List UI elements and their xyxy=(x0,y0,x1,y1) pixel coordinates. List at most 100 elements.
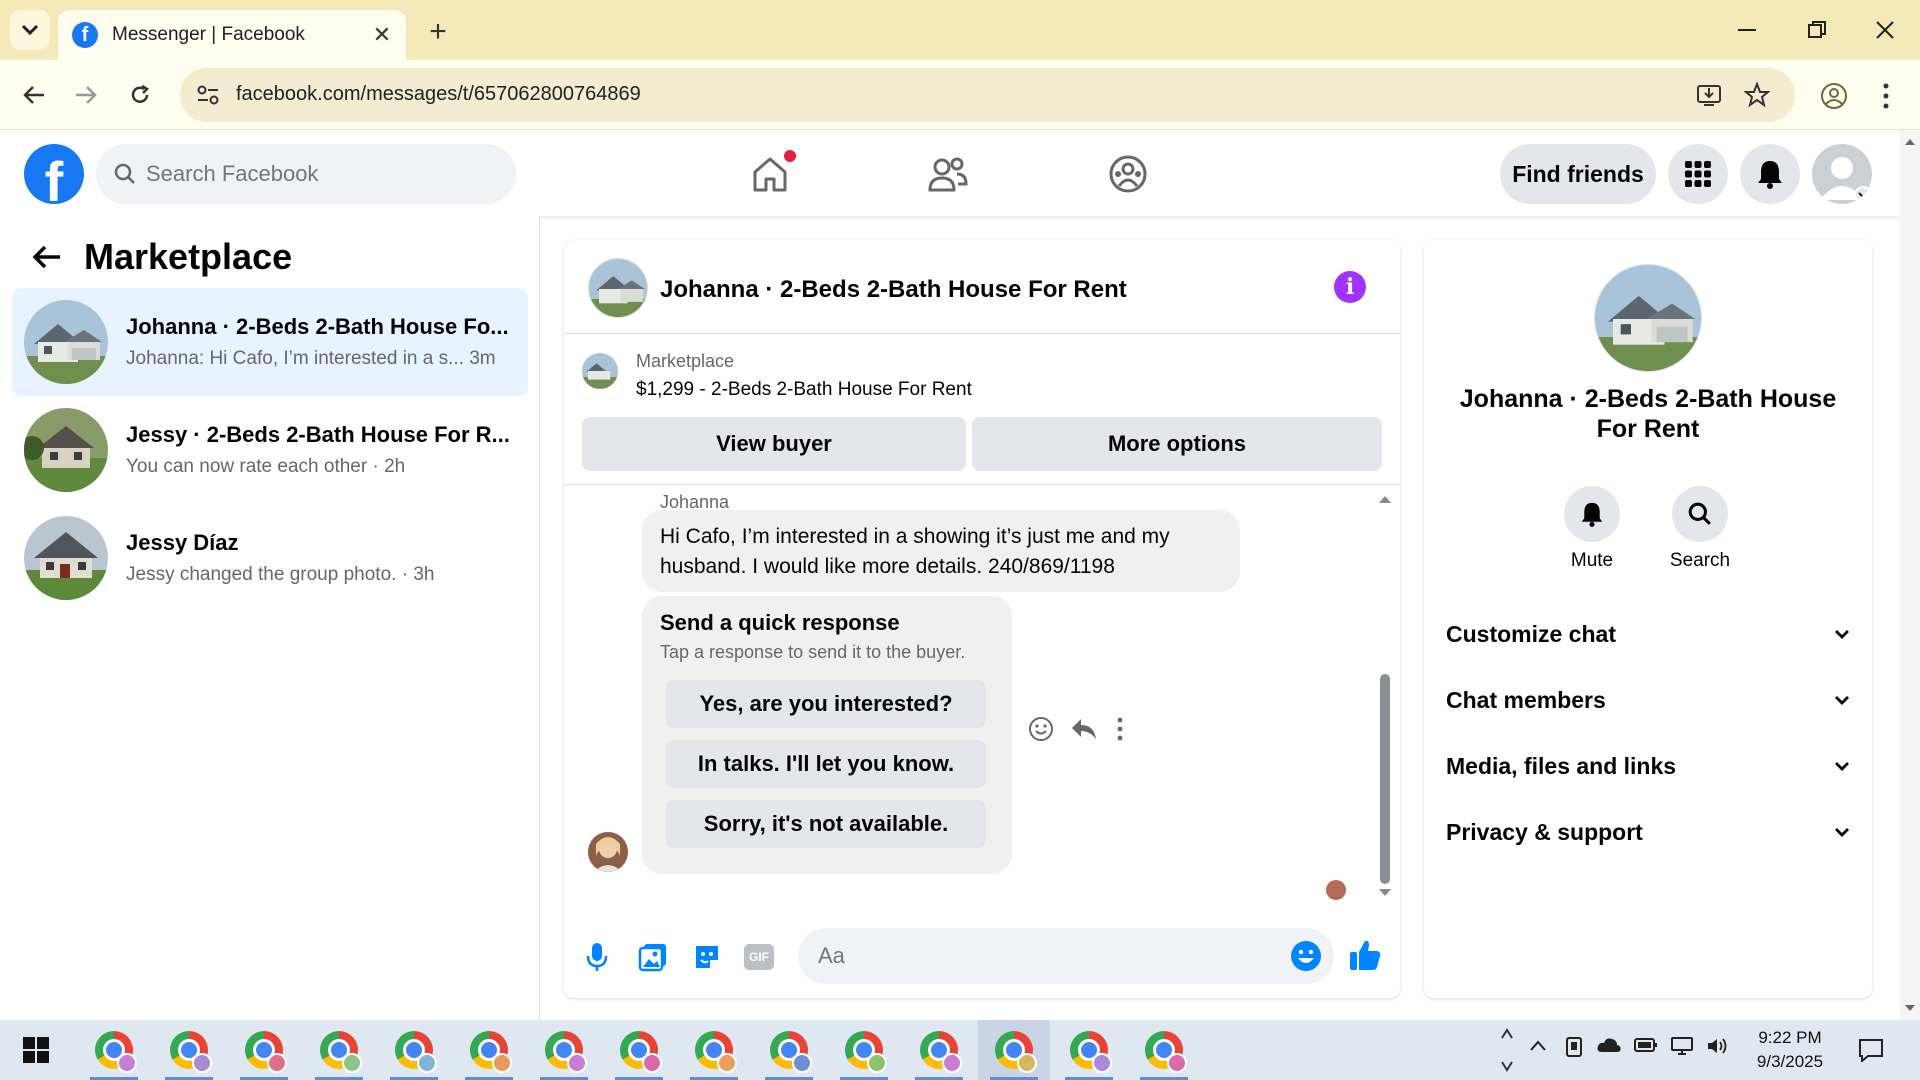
conversation-item[interactable]: Johanna · 2-Beds 2-Bath House Fo... Joha… xyxy=(12,288,528,396)
forward-button[interactable] xyxy=(66,75,106,115)
find-friends-button[interactable]: Find friends xyxy=(1500,144,1656,204)
taskbar-chrome-window[interactable] xyxy=(603,1020,675,1080)
privacy-support-row[interactable]: Privacy & support xyxy=(1446,804,1850,860)
taskbar-chrome-window[interactable] xyxy=(1053,1020,1125,1080)
taskbar-chrome-window[interactable] xyxy=(303,1020,375,1080)
close-icon xyxy=(1876,21,1894,39)
chat-avatar[interactable] xyxy=(588,258,648,318)
taskbar-chrome-window[interactable] xyxy=(453,1020,525,1080)
nav-friends[interactable] xyxy=(918,144,978,204)
taskbar-chrome-window[interactable] xyxy=(153,1020,225,1080)
show-hidden-icons-icon[interactable] xyxy=(1528,1036,1548,1056)
scroll-down-icon[interactable] xyxy=(1378,888,1392,898)
photo-gallery-icon[interactable] xyxy=(638,942,668,972)
device-icon[interactable] xyxy=(1564,1036,1584,1058)
taskbar-chrome-window[interactable] xyxy=(903,1020,975,1080)
scroll-up-icon[interactable] xyxy=(1904,138,1916,146)
message-thread[interactable]: Johanna Hi Cafo, I’m interested in a sho… xyxy=(564,486,1400,906)
search-in-conversation-button[interactable] xyxy=(1672,486,1728,542)
network-icon[interactable] xyxy=(1670,1036,1694,1056)
address-bar[interactable]: facebook.com/messages/t/657062800764869 xyxy=(180,68,1795,122)
url-text[interactable]: facebook.com/messages/t/657062800764869 xyxy=(236,83,641,106)
chrome-icon xyxy=(995,1031,1037,1073)
view-buyer-button[interactable]: View buyer xyxy=(582,417,966,471)
chat-members-row[interactable]: Chat members xyxy=(1446,672,1850,728)
search-input[interactable] xyxy=(146,161,486,187)
info-avatar[interactable] xyxy=(1594,264,1702,372)
profile-icon[interactable] xyxy=(1820,82,1848,110)
taskbar-chrome-window-active[interactable] xyxy=(978,1020,1050,1080)
taskbar-chrome-window[interactable] xyxy=(1128,1020,1200,1080)
back-button[interactable] xyxy=(14,75,54,115)
menu-kebab-icon[interactable] xyxy=(1882,82,1890,110)
clock[interactable]: 9:22 PM 9/3/2025 xyxy=(1740,1026,1840,1074)
quick-response-button[interactable]: In talks. I'll let you know. xyxy=(666,740,986,788)
gif-icon[interactable]: GIF xyxy=(744,944,774,970)
taskbar-scroll-icon[interactable] xyxy=(1500,1026,1514,1074)
chat-title[interactable]: Johanna · 2-Beds 2-Bath House For Rent xyxy=(660,276,1127,304)
restore-window-button[interactable] xyxy=(1792,8,1842,52)
search-icon xyxy=(114,163,135,184)
info-icon[interactable]: i xyxy=(1334,271,1366,303)
message-bubble[interactable]: Hi Cafo, I’m interested in a showing it’… xyxy=(642,510,1240,592)
account-avatar[interactable] xyxy=(1812,144,1872,204)
conversation-item[interactable]: Jessy Díaz Jessy changed the group photo… xyxy=(12,504,528,612)
windows-taskbar: 9:22 PM 9/3/2025 xyxy=(0,1020,1920,1080)
mute-button[interactable] xyxy=(1564,486,1620,542)
nav-groups[interactable] xyxy=(1098,144,1158,204)
row-label: Customize chat xyxy=(1446,620,1616,647)
notifications-button[interactable] xyxy=(1740,144,1800,204)
taskbar-chrome-window[interactable] xyxy=(678,1020,750,1080)
taskbar-chrome-window[interactable] xyxy=(78,1020,150,1080)
close-window-button[interactable] xyxy=(1860,8,1910,52)
reply-icon[interactable] xyxy=(1070,716,1098,742)
taskbar-chrome-window[interactable] xyxy=(828,1020,900,1080)
tab-search-button[interactable] xyxy=(10,10,50,50)
back-arrow-icon[interactable] xyxy=(32,244,62,270)
quick-response-button[interactable]: Yes, are you interested? xyxy=(666,680,986,728)
scroll-up-icon[interactable] xyxy=(1378,494,1392,504)
facebook-logo[interactable]: f xyxy=(24,144,84,204)
install-app-icon[interactable] xyxy=(1696,82,1722,108)
more-actions-icon[interactable] xyxy=(1116,716,1124,742)
volume-icon[interactable] xyxy=(1706,1036,1730,1056)
reload-button[interactable] xyxy=(120,75,160,115)
sticker-icon[interactable] xyxy=(692,942,722,972)
search-label: Search xyxy=(1669,550,1731,571)
customize-chat-row[interactable]: Customize chat xyxy=(1446,606,1850,662)
start-button[interactable] xyxy=(0,1020,72,1080)
minimize-window-button[interactable] xyxy=(1722,8,1772,52)
chat-panel: Johanna · 2-Beds 2-Bath House For Rent i… xyxy=(564,240,1400,998)
taskbar-chrome-window[interactable] xyxy=(753,1020,825,1080)
quick-response-button[interactable]: Sorry, it's not available. xyxy=(666,800,986,848)
message-input[interactable] xyxy=(798,928,1334,984)
facebook-search-bar[interactable] xyxy=(96,144,516,204)
sender-avatar[interactable] xyxy=(588,832,628,872)
site-settings-icon[interactable] xyxy=(196,84,220,106)
onedrive-cloud-icon[interactable] xyxy=(1596,1036,1622,1054)
notification-center-icon[interactable] xyxy=(1858,1038,1884,1062)
menu-button[interactable] xyxy=(1668,144,1728,204)
close-tab-button[interactable]: ✕ xyxy=(368,21,396,49)
taskbar-chrome-window[interactable] xyxy=(528,1020,600,1080)
page-scrollbar[interactable] xyxy=(1900,130,1920,1020)
scroll-down-icon[interactable] xyxy=(1904,1004,1916,1012)
media-files-links-row[interactable]: Media, files and links xyxy=(1446,738,1850,794)
thread-scrollbar-thumb[interactable] xyxy=(1380,674,1390,884)
more-options-button[interactable]: More options xyxy=(972,417,1382,471)
bookmark-star-icon[interactable] xyxy=(1744,82,1770,108)
react-emoji-icon[interactable] xyxy=(1028,716,1054,742)
thumbs-up-icon[interactable] xyxy=(1348,938,1382,972)
browser-tab-messenger[interactable]: f Messenger | Facebook ✕ xyxy=(58,10,406,60)
chrome-icon xyxy=(695,1031,737,1073)
conversation-item[interactable]: Jessy · 2-Beds 2-Bath House For R... You… xyxy=(12,396,528,504)
listing-title[interactable]: $1,299 - 2-Beds 2-Bath House For Rent xyxy=(636,379,972,401)
new-tab-button[interactable]: + xyxy=(420,14,456,50)
taskbar-chrome-window[interactable] xyxy=(378,1020,450,1080)
emoji-icon[interactable] xyxy=(1290,940,1322,972)
nav-home[interactable] xyxy=(740,144,800,204)
battery-icon[interactable] xyxy=(1634,1036,1658,1054)
listing-thumbnail[interactable] xyxy=(582,353,618,389)
taskbar-chrome-window[interactable] xyxy=(228,1020,300,1080)
microphone-icon[interactable] xyxy=(586,942,608,972)
